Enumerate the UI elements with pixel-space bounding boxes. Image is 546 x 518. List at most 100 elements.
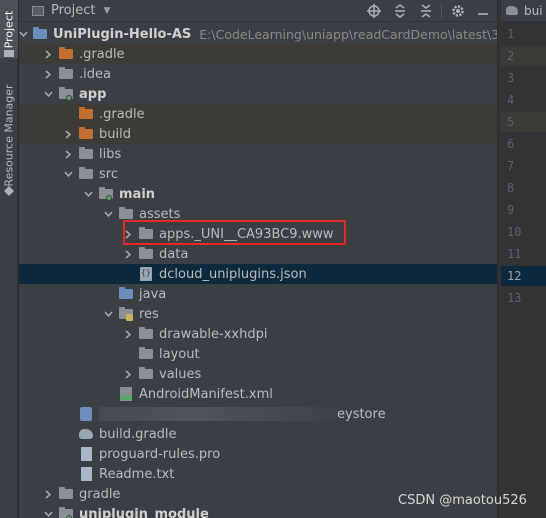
- tree-item-label: .gradle: [99, 106, 145, 122]
- expanded-arrow-icon[interactable]: [42, 84, 54, 104]
- manifest-file-icon: [118, 386, 134, 402]
- tree-item-label: src: [99, 166, 118, 182]
- project-view-icon: [32, 5, 44, 16]
- tree-row[interactable]: app: [19, 84, 497, 104]
- tree-item-label: Readme.txt: [99, 466, 175, 482]
- keystore-file-icon: [78, 406, 94, 422]
- tree-item-label: .idea: [79, 66, 111, 82]
- line-number: 2: [501, 46, 546, 66]
- tree-row[interactable]: libs: [19, 144, 497, 164]
- module-folder-icon: [32, 26, 48, 42]
- folder-icon: [138, 246, 154, 262]
- project-folder-icon: [4, 50, 14, 57]
- line-number-current: 12: [501, 266, 546, 286]
- module-folder-icon: [58, 506, 74, 518]
- folder-icon: [78, 166, 94, 182]
- collapsed-arrow-icon[interactable]: [122, 324, 134, 344]
- collapsed-arrow-icon[interactable]: [42, 484, 54, 504]
- tree-item-label: res: [139, 306, 159, 322]
- tree-row[interactable]: eystore: [19, 404, 497, 424]
- tree-row-root[interactable]: UniPlugin-Hello-AS E:\CodeLearning\uniap…: [19, 24, 497, 44]
- collapsed-arrow-icon[interactable]: [122, 244, 134, 264]
- gear-icon[interactable]: [450, 3, 466, 19]
- tree-item-label: .gradle: [79, 46, 125, 62]
- tree-row[interactable]: main: [19, 184, 497, 204]
- excluded-folder-icon: [58, 46, 74, 62]
- tree-row[interactable]: build: [19, 124, 497, 144]
- tree-item-label: drawable-xxhdpi: [159, 326, 268, 342]
- collapsed-arrow-icon[interactable]: [62, 144, 74, 164]
- project-path: E:\CodeLearning\uniapp\readCardDemo\late…: [199, 26, 497, 42]
- tree-item-label: data: [159, 246, 189, 262]
- line-number: 13: [507, 291, 522, 305]
- line-number: 3: [507, 71, 515, 85]
- line-number: 4: [507, 93, 515, 107]
- text-file-icon: [78, 446, 94, 462]
- tree-item-label: libs: [99, 146, 122, 162]
- collapsed-arrow-icon[interactable]: [122, 364, 134, 384]
- minimize-icon[interactable]: [475, 3, 491, 19]
- editor-tab[interactable]: bui: [501, 0, 546, 22]
- folder-icon: [138, 326, 154, 342]
- tool-window-strip: Project Resource Manager: [0, 0, 18, 518]
- tree-row[interactable]: .gradle: [19, 44, 497, 64]
- project-tool-tab-label: Project: [2, 10, 16, 48]
- resources-folder-icon: [118, 306, 134, 322]
- expanded-arrow-icon[interactable]: [102, 204, 114, 224]
- tree-row[interactable]: AndroidManifest.xml: [19, 384, 497, 404]
- resource-manager-icon: [4, 186, 14, 196]
- project-view-title[interactable]: Project: [51, 3, 95, 18]
- tree-item-label: app: [79, 86, 107, 102]
- expanded-arrow-icon[interactable]: [19, 24, 28, 44]
- tree-row[interactable]: .gradle: [19, 104, 497, 124]
- tree-row[interactable]: res: [19, 304, 497, 324]
- expanded-arrow-icon[interactable]: [42, 504, 54, 518]
- tree-row[interactable]: drawable-xxhdpi: [19, 324, 497, 344]
- tree-item-label: build.gradle: [99, 426, 177, 442]
- project-panel: Project ▼ UniPlugin-Hello-AS E:\CodeLear…: [19, 0, 497, 518]
- tree-row[interactable]: proguard-rules.pro: [19, 444, 497, 464]
- line-number: 11: [507, 247, 522, 261]
- tree-row[interactable]: src: [19, 164, 497, 184]
- collapsed-arrow-icon[interactable]: [62, 124, 74, 144]
- tree-item-label: proguard-rules.pro: [99, 446, 221, 462]
- source-set-folder-icon: [98, 186, 114, 202]
- expanded-arrow-icon[interactable]: [62, 164, 74, 184]
- line-number: 5: [501, 112, 546, 132]
- collapsed-arrow-icon[interactable]: [42, 64, 54, 84]
- tree-row[interactable]: build.gradle: [19, 424, 497, 444]
- collapsed-arrow-icon[interactable]: [42, 44, 54, 64]
- folder-icon: [78, 146, 94, 162]
- collapse-all-icon[interactable]: [418, 3, 434, 19]
- toolbar-separator: [441, 4, 442, 18]
- tree-row[interactable]: .idea: [19, 64, 497, 84]
- excluded-folder-icon: [78, 126, 94, 142]
- crosshair-icon[interactable]: [366, 3, 382, 19]
- resource-manager-tool-tab-label: Resource Manager: [2, 83, 16, 187]
- expand-all-icon[interactable]: [392, 3, 408, 19]
- resource-manager-tool-tab[interactable]: Resource Manager: [0, 70, 18, 200]
- gradle-elephant-icon: [506, 6, 518, 15]
- line-number: 6: [507, 137, 515, 151]
- tree-item-label: build: [99, 126, 131, 142]
- tree-item-label: layout: [159, 346, 200, 362]
- redacted-filename: [99, 407, 337, 421]
- chevron-down-icon[interactable]: ▼: [103, 6, 110, 16]
- folder-icon: [58, 66, 74, 82]
- editor-gutter: bui 1 2 3 4 5 6 7 8 9 10 11 12 13: [501, 0, 546, 518]
- tree-row[interactable]: layout: [19, 344, 497, 364]
- tree-item-label: eystore: [337, 406, 386, 422]
- tree-item-label: UniPlugin-Hello-AS: [53, 26, 192, 42]
- excluded-folder-icon: [78, 106, 94, 122]
- tree-row[interactable]: java: [19, 284, 497, 304]
- tree-row-selected[interactable]: dcloud_uniplugins.json: [19, 264, 497, 284]
- watermark-text: CSDN @maotou526: [398, 493, 527, 508]
- tree-row[interactable]: values: [19, 364, 497, 384]
- expanded-arrow-icon[interactable]: [82, 184, 94, 204]
- project-toolbar: Project ▼: [19, 0, 497, 22]
- source-folder-icon: [118, 286, 134, 302]
- gradle-file-icon: [78, 426, 94, 442]
- expanded-arrow-icon[interactable]: [102, 304, 114, 324]
- tree-row[interactable]: Readme.txt: [19, 464, 497, 484]
- tree-row[interactable]: data: [19, 244, 497, 264]
